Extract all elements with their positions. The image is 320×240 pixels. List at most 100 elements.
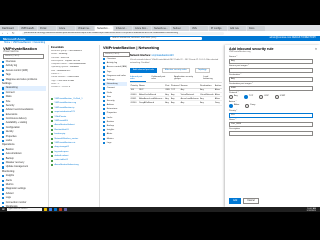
form-field: Source port ranges * * — [229, 65, 313, 73]
protocol-option[interactable]: UDP — [259, 94, 269, 99]
radio-icon — [245, 103, 250, 108]
resource-link[interactable]: AzureBastionSubnet-nsg — [51, 163, 97, 167]
close-icon[interactable]: × — [315, 47, 317, 51]
menu-search-input[interactable]: Search (Ctrl+/) — [3, 54, 44, 59]
detail-key: Public IP — [51, 73, 60, 76]
menu-item-icon — [2, 201, 5, 204]
status-dot-icon — [51, 128, 53, 131]
rule-tab[interactable]: Inbound port rules — [130, 76, 147, 82]
blade-menu-icon — [103, 99, 106, 103]
azure-top-bar: Microsoft Azure Search resources, servic… — [0, 36, 320, 41]
protocol-option-label: Any — [234, 95, 238, 98]
detail-key: Operating system — [51, 66, 69, 69]
menu-item-icon — [2, 131, 5, 134]
detail-value: - — [61, 73, 63, 76]
office-icon[interactable] — [59, 208, 62, 211]
status-dot-icon — [51, 120, 53, 123]
nic-link[interactable]: vmprivatebastion123 — [152, 54, 174, 57]
protocol-option[interactable]: TCP — [243, 94, 254, 99]
forward-icon[interactable]: › — [7, 32, 10, 35]
menu-item-icon — [2, 74, 5, 77]
blade-menu-icon — [103, 91, 106, 94]
detail-row: Private IP : 10.0.1.4 — [51, 86, 71, 89]
file-explorer-icon[interactable] — [44, 208, 47, 211]
edge-icon[interactable] — [54, 208, 57, 211]
windows-start-icon[interactable]: ⊞ — [2, 208, 5, 211]
panel-buttons: Add Cancel — [229, 197, 261, 204]
protocol-option[interactable]: Any — [229, 94, 238, 99]
add-button[interactable]: Add — [229, 197, 242, 204]
rule-tab[interactable]: Application security groups — [174, 76, 198, 82]
form-field: Name * Port_8080 — [229, 119, 313, 127]
field-input[interactable]: 8080 — [229, 85, 313, 91]
blade-menu-icon — [103, 129, 106, 132]
menu-item-icon — [2, 197, 5, 200]
field-input[interactable]: * — [229, 67, 313, 73]
resource-link-label: AzureBastionSubnet-nsg — [54, 163, 79, 166]
reload-icon[interactable]: ↻ — [12, 32, 15, 35]
blade-menu-icon — [103, 133, 106, 136]
rule-tab[interactable]: Outbound port rules — [151, 76, 169, 82]
global-search-input[interactable]: Search resources, services, and docs (G+… — [110, 37, 202, 40]
status-dot-icon — [51, 164, 53, 167]
detail-value: Pay-As-You-Go — [64, 59, 80, 62]
status-dot-icon — [51, 111, 53, 114]
form-field: Priority * 310 — [229, 110, 313, 118]
detail-key: Location — [51, 56, 60, 59]
form-field: Description — [229, 128, 313, 136]
form-field: Source * Any — [229, 56, 313, 64]
url-input[interactable]: portal.azure.com/#@/resource/subscriptio… — [22, 32, 224, 35]
cancel-button[interactable]: Cancel — [243, 197, 259, 204]
blade-menu-item[interactable]: Logs — [103, 141, 127, 145]
blade-menu-icon — [103, 58, 106, 61]
detail-key: Tags — [51, 79, 56, 82]
menu-item-icon — [2, 188, 5, 191]
menu-item-icon — [2, 162, 5, 165]
detail-value: 1 — [58, 82, 60, 85]
teams-icon[interactable] — [64, 208, 67, 211]
menu-item-icon — [2, 61, 5, 64]
rule-tab[interactable]: Load balancing — [203, 76, 217, 82]
table-cell: Any — [180, 100, 200, 106]
menu-item-icon — [2, 157, 5, 160]
protocol-option[interactable]: ICMP — [274, 94, 285, 99]
breadcrumb[interactable]: Home > VMPrivateBastion > Networking — [4, 42, 45, 44]
status-dot-icon — [51, 133, 53, 136]
taskbar-search-input[interactable]: Type here to search — [7, 207, 42, 212]
taskbar-clock[interactable]: 10:42 AM 5/12/2021 — [307, 208, 316, 212]
table-row[interactable]: 65500 DenyAllInBound Any Any Any Any Deny — [130, 100, 222, 106]
field-input[interactable] — [229, 130, 313, 136]
blade-menu-label: Logs — [106, 141, 112, 144]
menu-item-icon — [2, 65, 5, 68]
azure-brand[interactable]: Microsoft Azure — [3, 37, 26, 41]
rule-action-button[interactable]: Add inbound port rule — [130, 67, 157, 73]
status-dot-icon — [51, 124, 53, 127]
menu-item-icon — [2, 175, 5, 178]
blade-menu-icon — [103, 87, 106, 90]
table-cell: Any — [170, 100, 181, 106]
rule-action-button[interactable]: Effective security rules — [161, 67, 190, 73]
field-input[interactable]: Any — [229, 58, 313, 64]
field-input[interactable]: Any — [229, 76, 313, 82]
menu-item-icon — [2, 96, 5, 99]
back-icon[interactable]: ‹ — [2, 32, 5, 35]
menu-item-icon — [2, 184, 5, 187]
protocol-option-label: TCP — [248, 95, 254, 98]
action-option[interactable]: Allow — [229, 103, 239, 108]
field-input[interactable]: Port_8080 — [229, 121, 313, 127]
account-label[interactable]: admin@contoso.com DEFAULT DIRECTORY — [270, 37, 316, 39]
status-dot-icon — [51, 102, 53, 105]
status-dot-icon — [51, 98, 53, 101]
clock-date: 5/12/2021 — [306, 209, 316, 212]
resource-list: VMPrivateBastion_OsDisk_1 VMPrivateBastio… — [51, 97, 97, 167]
chrome-icon[interactable] — [49, 208, 52, 211]
blade-menu-icon — [103, 112, 106, 115]
blade-menu-icon — [103, 62, 106, 65]
action-option[interactable]: Deny — [245, 103, 255, 108]
menu-item-icon — [2, 140, 5, 143]
field-input[interactable]: 310 — [229, 112, 313, 118]
rule-action-button[interactable]: Topology — [194, 67, 210, 73]
form-field: Protocol * Any TCP UDP ICMP — [229, 92, 313, 99]
protocol-option-label: UDP — [264, 95, 269, 98]
radio-icon — [229, 103, 233, 108]
